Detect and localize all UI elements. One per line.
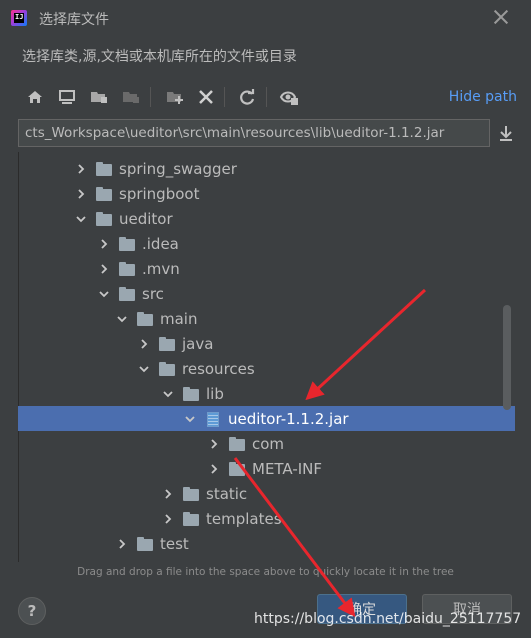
chevron-down-icon[interactable] (183, 412, 197, 426)
tree-item-folder[interactable]: spring_swagger (18, 156, 515, 181)
tree-item-folder[interactable]: java (18, 331, 515, 356)
file-tree[interactable]: spring_swagger springboot ueditor .idea .mvn… (18, 152, 515, 562)
tree-item-label: .idea (142, 234, 179, 253)
folder-icon (96, 186, 112, 201)
new-folder-icon[interactable] (88, 86, 110, 108)
chevron-right-icon[interactable] (115, 537, 129, 551)
folder-icon (137, 536, 153, 551)
tree-item-folder[interactable]: resources (18, 356, 515, 381)
drag-drop-hint: Drag and drop a file into the space abov… (77, 566, 454, 578)
tree-item-label: main (160, 309, 198, 328)
folder-icon (183, 511, 199, 526)
tree-item-label: test (160, 534, 189, 553)
desktop-icon[interactable] (56, 86, 78, 108)
tree-item-folder[interactable]: src (18, 281, 515, 306)
close-icon[interactable] (491, 7, 511, 27)
path-field[interactable] (18, 119, 490, 147)
folder-icon (119, 236, 135, 251)
folder-icon (96, 211, 112, 226)
chevron-down-icon[interactable] (161, 387, 175, 401)
download-icon[interactable] (496, 123, 516, 143)
toolbar-separator (224, 87, 225, 107)
add-folder-icon[interactable] (164, 86, 186, 108)
folder-icon (119, 286, 135, 301)
chevron-right-icon[interactable] (161, 512, 175, 526)
chevron-right-icon[interactable] (207, 437, 221, 451)
tree-item-folder[interactable]: lib (18, 381, 515, 406)
show-hidden-icon[interactable] (278, 86, 300, 108)
tree-item-folder[interactable]: static (18, 481, 515, 506)
tree-item-label: ueditor (119, 209, 173, 228)
jar-icon (205, 411, 221, 427)
tree-item-folder[interactable]: templates (18, 506, 515, 531)
tree-item-label: spring_swagger (119, 159, 237, 178)
chevron-right-icon[interactable] (74, 162, 88, 176)
title-bar: IJ 选择库文件 (0, 0, 531, 38)
chevron-right-icon[interactable] (97, 262, 111, 276)
folder-icon (159, 336, 175, 351)
path-input[interactable] (19, 120, 489, 146)
window-title: 选择库文件 (39, 12, 109, 28)
tree-item-label: java (182, 334, 214, 353)
folder-icon (119, 261, 135, 276)
tree-item-label: com (252, 434, 285, 453)
toolbar-separator (266, 87, 267, 107)
tree-item-label: resources (182, 359, 255, 378)
tree-item-label: springboot (119, 184, 200, 203)
intellij-app-icon: IJ (11, 10, 27, 26)
tree-item-folder[interactable]: .mvn (18, 256, 515, 281)
tree-item-folder[interactable]: test (18, 531, 515, 556)
dialog-description: 选择库类,源,文档或本机库所在的文件或目录 (22, 49, 297, 65)
chevron-right-icon[interactable] (137, 337, 151, 351)
delete-icon[interactable] (195, 86, 217, 108)
tree-item-jar[interactable]: ueditor-1.1.2.jar (18, 406, 515, 431)
hide-path-link[interactable]: Hide path (449, 89, 517, 105)
folder-icon (96, 161, 112, 176)
chevron-down-icon[interactable] (97, 287, 111, 301)
tree-item-folder[interactable]: springboot (18, 181, 515, 206)
project-icon[interactable] (120, 86, 142, 108)
folder-icon (229, 436, 245, 451)
tree-item-folder[interactable]: META-INF (18, 456, 515, 481)
chevron-right-icon[interactable] (97, 237, 111, 251)
chevron-right-icon[interactable] (207, 462, 221, 476)
folder-icon (183, 486, 199, 501)
folder-icon (183, 386, 199, 401)
chevron-down-icon[interactable] (137, 362, 151, 376)
tree-item-label: templates (206, 509, 282, 528)
tree-item-folder[interactable]: .idea (18, 231, 515, 256)
folder-icon (229, 461, 245, 476)
toolbar-separator (150, 87, 151, 107)
watermark: https://blog.csdn.net/baidu_25117757 (254, 611, 522, 627)
chevron-down-icon[interactable] (74, 212, 88, 226)
tree-scrollbar[interactable] (503, 305, 511, 410)
tree-item-label: META-INF (252, 459, 323, 478)
toolbar (18, 82, 518, 114)
chevron-right-icon[interactable] (161, 487, 175, 501)
refresh-icon[interactable] (236, 86, 258, 108)
chevron-down-icon[interactable] (115, 312, 129, 326)
chevron-right-icon[interactable] (74, 187, 88, 201)
tree-item-folder[interactable]: main (18, 306, 515, 331)
folder-icon (137, 311, 153, 326)
folder-icon (159, 361, 175, 376)
tree-item-folder[interactable]: com (18, 431, 515, 456)
home-icon[interactable] (24, 86, 46, 108)
tree-item-label: lib (206, 384, 224, 403)
tree-item-folder[interactable]: ueditor (18, 206, 515, 231)
help-button[interactable]: ? (18, 597, 46, 625)
tree-item-label: src (142, 284, 164, 303)
tree-item-label: ueditor-1.1.2.jar (228, 409, 349, 428)
tree-item-label: .mvn (142, 259, 180, 278)
tree-item-label: static (206, 484, 248, 503)
